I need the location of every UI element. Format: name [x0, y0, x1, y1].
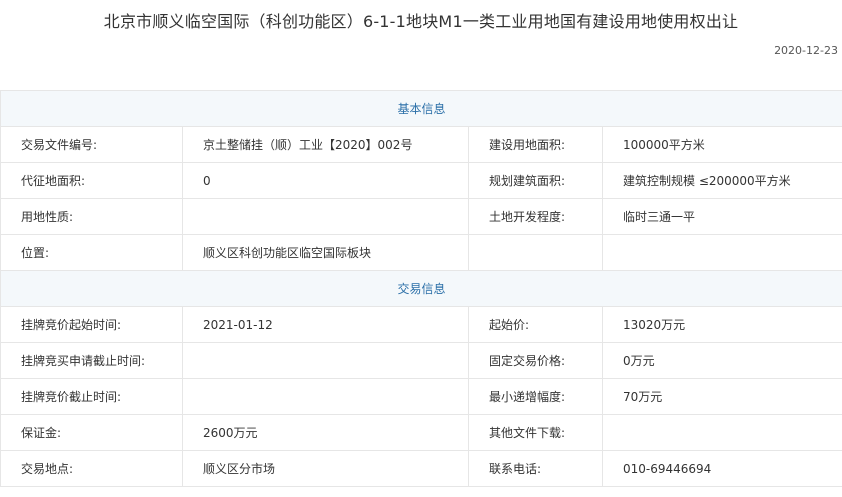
table-row: 交易地点: 顺义区分市场 联系电话: 010-69446694 — [0, 450, 842, 487]
field-value: 顺义区科创功能区临空国际板块 — [182, 234, 469, 271]
field-value — [182, 342, 469, 379]
field-label: 交易文件编号: — [0, 126, 183, 163]
table-row: 保证金: 2600万元 其他文件下载: — [0, 414, 842, 451]
field-value: 京土整储挂（顺）工业【2020】002号 — [182, 126, 469, 163]
page-title: 北京市顺义临空国际（科创功能区）6-1-1地块M1一类工业用地国有建设用地使用权… — [103, 12, 739, 31]
field-value: 2600万元 — [182, 414, 469, 451]
info-table: 基本信息 交易文件编号: 京土整储挂（顺）工业【2020】002号 建设用地面积… — [0, 90, 842, 487]
field-value: 建筑控制规模 ≤200000平方米 — [601, 162, 842, 199]
table-row: 位置: 顺义区科创功能区临空国际板块 — [0, 234, 842, 271]
field-label: 代征地面积: — [0, 162, 183, 199]
field-label: 用地性质: — [0, 198, 183, 235]
table-row: 挂牌竞买申请截止时间: 固定交易价格: 0万元 — [0, 342, 842, 379]
table-row: 挂牌竞价截止时间: 最小递增幅度: 70万元 — [0, 378, 842, 415]
table-row: 代征地面积: 0 规划建筑面积: 建筑控制规模 ≤200000平方米 — [0, 162, 842, 199]
field-value: 0万元 — [601, 342, 842, 379]
field-label: 建设用地面积: — [468, 126, 603, 163]
field-label: 交易地点: — [0, 450, 183, 487]
publish-date: 2020-12-23 — [774, 44, 838, 57]
field-label — [468, 234, 603, 271]
field-value: 13020万元 — [601, 306, 842, 343]
table-row: 挂牌竞价起始时间: 2021-01-12 起始价: 13020万元 — [0, 306, 842, 343]
field-label: 挂牌竞价截止时间: — [0, 378, 183, 415]
field-label: 起始价: — [468, 306, 603, 343]
field-label: 位置: — [0, 234, 183, 271]
field-value: 2021-01-12 — [182, 306, 469, 343]
field-value — [601, 234, 842, 271]
field-value: 70万元 — [601, 378, 842, 415]
section-heading: 交易信息 — [0, 270, 842, 307]
table-row: 交易文件编号: 京土整储挂（顺）工业【2020】002号 建设用地面积: 100… — [0, 126, 842, 163]
field-label: 土地开发程度: — [468, 198, 603, 235]
field-label: 保证金: — [0, 414, 183, 451]
field-value — [601, 414, 842, 451]
section-heading: 基本信息 — [0, 90, 842, 127]
field-label: 规划建筑面积: — [468, 162, 603, 199]
field-label: 其他文件下载: — [468, 414, 603, 451]
field-value: 0 — [182, 162, 469, 199]
field-value — [182, 378, 469, 415]
field-label: 挂牌竞买申请截止时间: — [0, 342, 183, 379]
section-trade-info: 交易信息 — [0, 270, 842, 307]
field-value: 100000平方米 — [601, 126, 842, 163]
field-value: 010-69446694 — [601, 450, 842, 487]
field-label: 最小递增幅度: — [468, 378, 603, 415]
field-label: 固定交易价格: — [468, 342, 603, 379]
field-value — [182, 198, 469, 235]
section-basic-info: 基本信息 — [0, 90, 842, 127]
field-value: 顺义区分市场 — [182, 450, 469, 487]
table-row: 用地性质: 土地开发程度: 临时三通一平 — [0, 198, 842, 235]
field-label: 联系电话: — [468, 450, 603, 487]
field-label: 挂牌竞价起始时间: — [0, 306, 183, 343]
field-value: 临时三通一平 — [601, 198, 842, 235]
